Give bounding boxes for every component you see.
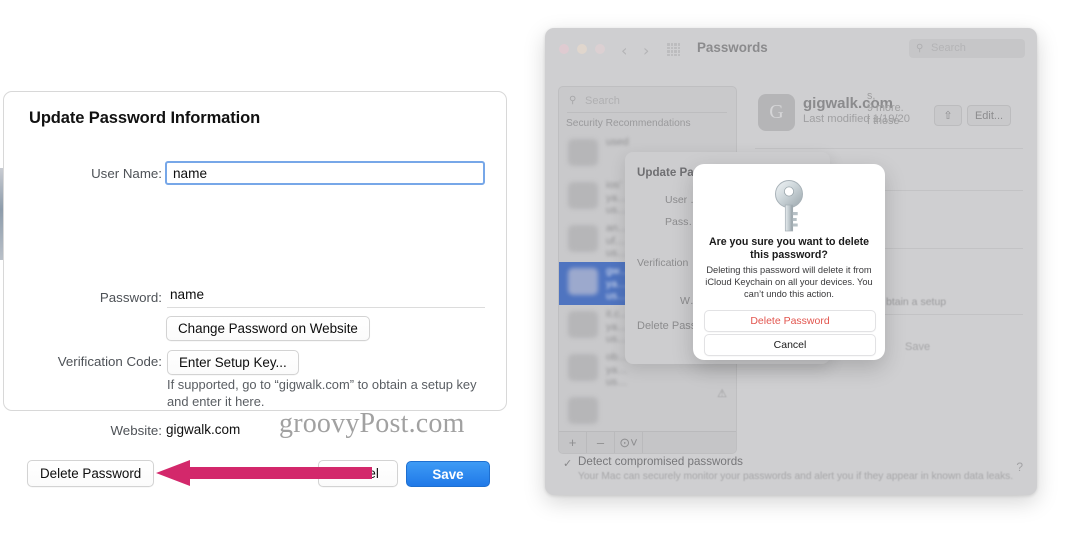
back-chevron-icon[interactable]: ‹ — [621, 41, 627, 60]
search-icon: ⚲ — [569, 95, 577, 106]
detect-compromised-description: Your Mac can securely monitor your passw… — [578, 471, 1014, 482]
password-label: Password: — [99, 290, 162, 305]
sidebar-search-placeholder: Search — [585, 95, 620, 107]
share-button[interactable]: ⇧ — [934, 105, 962, 126]
detail-text-fragment: f those — [867, 115, 900, 127]
groovypost-watermark: groovyPost.com — [279, 408, 465, 439]
alert-body-text: Deleting this password will delete it fr… — [705, 265, 873, 299]
row-line: used — [606, 136, 629, 148]
alert-delete-password-button[interactable]: Delete Password — [704, 310, 876, 332]
sidebar-password-row[interactable] — [559, 391, 736, 434]
detect-compromised-label: Detect compromised passwords — [578, 455, 743, 468]
sidebar-search-input[interactable]: ⚲ Search — [567, 94, 727, 113]
username-input[interactable]: name — [165, 161, 485, 185]
action-menu-button[interactable]: ⊙˅ — [615, 432, 643, 453]
detail-divider — [869, 248, 1023, 249]
enter-setup-key-button[interactable]: Enter Setup Key... — [167, 350, 299, 375]
row-thumbnail — [568, 311, 598, 338]
row-thumbnail — [568, 354, 598, 381]
username-value: name — [173, 166, 208, 181]
close-traffic-light-icon[interactable] — [559, 44, 569, 54]
row-thumbnail — [568, 268, 598, 295]
annotation-arrow-icon — [156, 460, 372, 486]
mini-sheet-save-button[interactable]: Save — [905, 341, 930, 353]
grid-view-icon[interactable] — [667, 43, 680, 56]
row-text: used — [606, 136, 629, 149]
warning-triangle-icon: ⚠ — [717, 388, 727, 400]
forward-chevron-icon[interactable]: › — [643, 41, 649, 60]
website-value: gigwalk.com — [166, 422, 241, 437]
alert-title: Are you sure you want to delete this pas… — [708, 236, 870, 261]
page-title: Update Password Information — [29, 109, 261, 127]
username-label: User Name: — [91, 166, 162, 181]
detect-checkbox-icon[interactable]: ✓ — [563, 457, 572, 470]
toolbar-search-placeholder: Search — [931, 42, 966, 54]
website-label: Website: — [110, 423, 163, 438]
edit-button[interactable]: Edit... — [967, 105, 1011, 126]
row-line: ya… — [606, 363, 628, 376]
verification-code-label: Verification Code: — [57, 354, 162, 369]
update-password-sheet: Update Password Information User Name: n… — [3, 91, 507, 487]
setup-key-hint: If supported, go to “gigwalk.com” to obt… — [167, 377, 477, 409]
mini-sheet-hint-fragment: btain a setup — [886, 296, 947, 308]
toolbar-search-input[interactable]: ⚲ Search — [909, 39, 1025, 58]
mini-sheet-verification-label: Verification — [637, 257, 689, 269]
row-line: us… — [606, 376, 628, 388]
key-icon — [775, 180, 803, 232]
detail-divider — [869, 190, 1023, 191]
detail-divider — [755, 148, 1023, 149]
sidebar-section-header: Security Recommendations — [566, 118, 691, 129]
change-password-on-website-button[interactable]: Change Password on Website — [166, 316, 370, 341]
add-password-button[interactable]: + — [559, 432, 587, 453]
password-value: name — [170, 287, 205, 302]
row-thumbnail — [568, 139, 598, 166]
row-thumbnail — [568, 225, 598, 252]
row-thumbnail — [568, 182, 598, 209]
maximize-traffic-light-icon[interactable] — [595, 44, 605, 54]
site-favicon: G — [758, 94, 795, 131]
delete-password-button[interactable]: Delete Password — [27, 460, 155, 487]
alert-cancel-button[interactable]: Cancel — [704, 334, 876, 356]
search-icon: ⚲ — [916, 43, 924, 54]
password-input[interactable]: name — [167, 286, 485, 308]
sidebar-toolbar: + – ⊙˅ — [559, 431, 736, 453]
save-button[interactable]: Save — [406, 461, 490, 487]
remove-password-button[interactable]: – — [587, 432, 615, 453]
minimize-traffic-light-icon[interactable] — [577, 44, 587, 54]
window-titlebar: ‹ › Passwords ⚲ Search — [545, 28, 1037, 70]
help-button[interactable]: ? — [1016, 460, 1023, 474]
row-thumbnail — [568, 397, 598, 424]
delete-confirmation-alert: Are you sure you want to delete this pas… — [693, 164, 885, 360]
detail-divider — [869, 314, 1023, 315]
detail-text-fragment: 9 more. — [867, 102, 904, 114]
window-title: Passwords — [697, 40, 768, 55]
